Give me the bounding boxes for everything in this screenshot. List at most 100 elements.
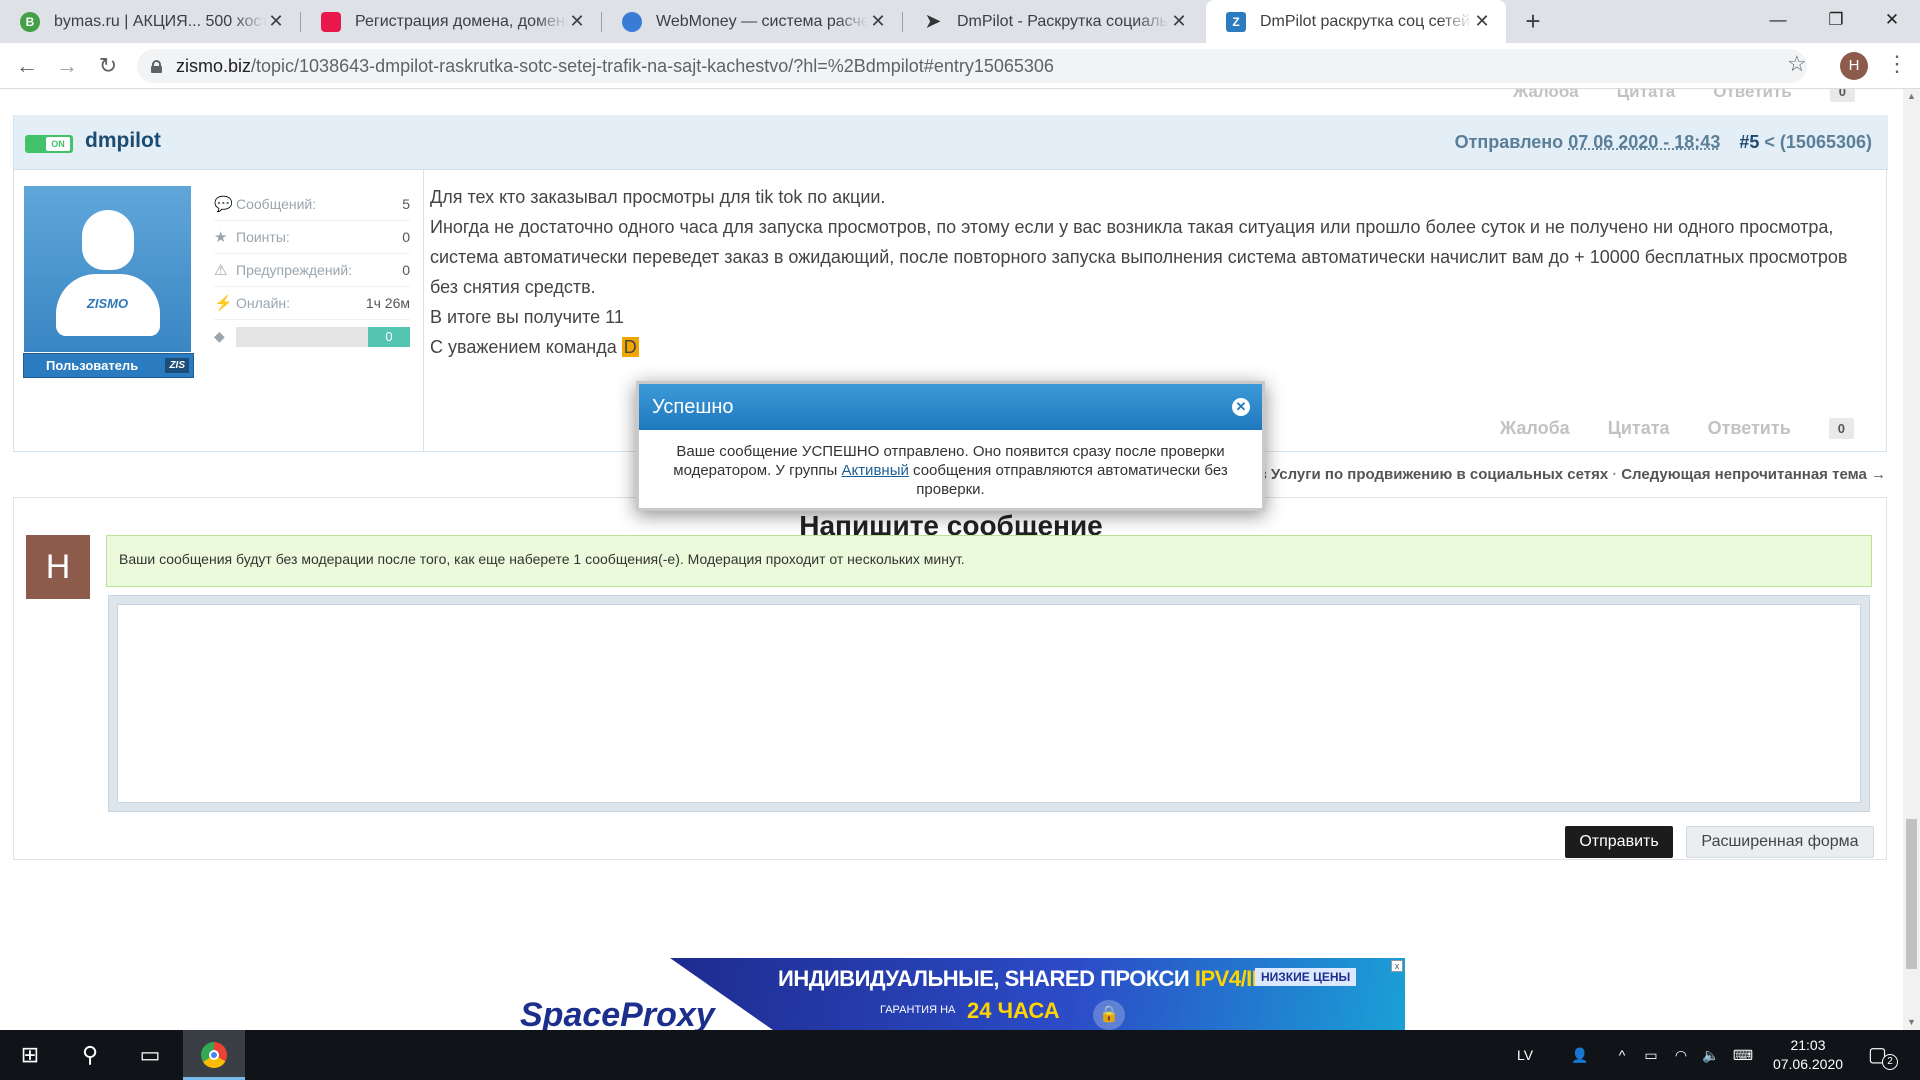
advanced-form-button[interactable]: Расширенная форма bbox=[1686, 826, 1874, 858]
tab-title: WebMoney — система расчетов bbox=[656, 12, 868, 30]
dialog-close-icon[interactable]: ✕ bbox=[1232, 398, 1250, 416]
stat-online: ⚡ Онлайн: 1ч 26м bbox=[214, 287, 410, 320]
scroll-up-icon[interactable]: ▲ bbox=[1907, 91, 1916, 101]
active-group-link[interactable]: Активный bbox=[841, 462, 908, 479]
user-avatar[interactable]: ZISMO bbox=[24, 186, 191, 352]
padlock-icon: 🔒 bbox=[1093, 1000, 1125, 1030]
post-line: Иногда не достаточно одного часа для зап… bbox=[430, 217, 1848, 297]
diamond-icon: ◆ bbox=[214, 328, 225, 344]
lock-icon[interactable] bbox=[151, 59, 162, 73]
close-tab-icon[interactable]: ✕ bbox=[1169, 11, 1189, 32]
reputation-bar: ◆ 0 bbox=[214, 320, 410, 353]
close-tab-icon[interactable]: ✕ bbox=[868, 11, 888, 32]
close-tab-icon[interactable]: ✕ bbox=[266, 11, 286, 32]
keyboard-icon[interactable]: ⌨ bbox=[1728, 1030, 1758, 1080]
editor-frame bbox=[108, 595, 1870, 812]
dialog-message: Ваше сообщение УСПЕШНО отправлено. Оно п… bbox=[673, 443, 1228, 498]
tab-webmoney[interactable]: WebMoney — система расчетов ✕ bbox=[602, 0, 902, 43]
success-dialog: Успешно ✕ Ваше сообщение УСПЕШНО отправл… bbox=[636, 381, 1265, 511]
star-icon: ★ bbox=[214, 229, 228, 246]
url-field[interactable]: zismo.biz/topic/1038643-dmpilot-raskrutk… bbox=[137, 49, 1807, 83]
search-icon[interactable]: ⚲ bbox=[60, 1030, 120, 1080]
next-unread-link[interactable]: Следующая непрочитанная тема → bbox=[1621, 466, 1886, 483]
show-hidden-icons-icon[interactable]: ^ bbox=[1610, 1030, 1634, 1080]
tab-zismo-active[interactable]: Z DmPilot раскрутка соц сетей + т ✕ bbox=[1206, 0, 1506, 43]
url-host: zismo.biz bbox=[176, 55, 252, 76]
reputation-count: 0 bbox=[1829, 89, 1855, 102]
wifi-icon[interactable]: ◠ bbox=[1668, 1030, 1694, 1080]
back-button[interactable]: ← bbox=[12, 51, 42, 81]
report-link[interactable]: Жалоба bbox=[1500, 418, 1570, 439]
bookmark-star-icon[interactable]: ☆ bbox=[1787, 51, 1807, 77]
moderation-notice: Ваши сообщения будут без модерации после… bbox=[106, 535, 1872, 587]
user-rank: Пользователь ZIS bbox=[23, 353, 194, 378]
reply-link[interactable]: Ответить bbox=[1708, 418, 1791, 439]
domain-registrar-icon bbox=[321, 11, 341, 32]
reply-form: Напишите сообщение H Ваши сообщения буду… bbox=[13, 497, 1887, 860]
lightning-icon: ⚡ bbox=[214, 295, 233, 312]
close-tab-icon[interactable]: ✕ bbox=[567, 11, 587, 32]
stat-warnings: ⚠ Предупреждений: 0 bbox=[214, 254, 410, 287]
profile-avatar[interactable]: H bbox=[1840, 52, 1868, 80]
post-id: (15065306) bbox=[1779, 132, 1872, 152]
ad-banner[interactable]: SpaceProxy ИНДИВИДУАЛЬНЫЕ, SHARED ПРОКСИ… bbox=[495, 958, 1405, 1030]
tab-domain[interactable]: Регистрация домена, доменное и ✕ bbox=[301, 0, 601, 43]
dialog-title: Успешно ✕ bbox=[639, 384, 1262, 430]
ad-close-icon[interactable]: x bbox=[1391, 960, 1403, 972]
webmoney-globe-icon bbox=[622, 11, 642, 32]
send-button[interactable]: Отправить bbox=[1565, 826, 1673, 858]
scrollbar-thumb[interactable] bbox=[1906, 819, 1917, 969]
paper-plane-icon: ➤ bbox=[925, 11, 941, 31]
avatar-brand: ZISMO bbox=[86, 296, 129, 311]
tab-dmpilot[interactable]: ➤ DmPilot - Раскрутка социальных ✕ bbox=[903, 0, 1203, 43]
ad-tag: НИЗКИЕ ЦЕНЫ bbox=[1255, 968, 1357, 986]
forward-button[interactable]: → bbox=[52, 51, 82, 81]
notification-center-icon[interactable]: ▢ 2 bbox=[1868, 1042, 1898, 1070]
windows-start-icon[interactable]: ⊞ bbox=[0, 1030, 60, 1080]
close-window-button[interactable]: ✕ bbox=[1862, 0, 1920, 40]
minimize-button[interactable]: — bbox=[1748, 0, 1808, 40]
message-textarea[interactable] bbox=[117, 604, 1861, 803]
quote-link[interactable]: Цитата bbox=[1617, 89, 1675, 102]
highlighted-text: D bbox=[621, 337, 639, 357]
tab-title: Регистрация домена, доменное и bbox=[355, 12, 567, 30]
volume-icon[interactable]: 🔈 bbox=[1698, 1030, 1724, 1080]
author-info: ZISMO Пользователь ZIS 💬 Сообщений: 5 ★ … bbox=[14, 170, 424, 452]
tab-strip: B bymas.ru | АКЦИЯ... 500 хостов и ✕ Рег… bbox=[0, 0, 1920, 43]
system-clock[interactable]: 21:03 07.06.2020 bbox=[1760, 1036, 1856, 1074]
close-tab-icon[interactable]: ✕ bbox=[1472, 11, 1492, 32]
warning-icon: ⚠ bbox=[214, 262, 228, 279]
tab-title: DmPilot - Раскрутка социальных bbox=[957, 12, 1169, 30]
post-line: В итоге вы получите 11 bbox=[430, 307, 624, 327]
restore-button[interactable]: ❐ bbox=[1806, 0, 1866, 40]
reply-link[interactable]: Ответить bbox=[1713, 89, 1792, 102]
post-author[interactable]: dmpilot bbox=[85, 129, 161, 153]
chrome-taskbar-icon[interactable] bbox=[183, 1030, 245, 1080]
post-line: С уважением команда D bbox=[430, 337, 639, 357]
post-line: Для тех кто заказывал просмотры для tik … bbox=[430, 187, 886, 207]
share-icon[interactable]: < bbox=[1764, 132, 1775, 152]
input-language[interactable]: LV bbox=[1510, 1030, 1540, 1080]
post-number-link[interactable]: #5 bbox=[1739, 132, 1759, 152]
url-path: /topic/1038643-dmpilot-raskrutka-sotc-se… bbox=[251, 55, 1054, 76]
tab-bymas[interactable]: B bymas.ru | АКЦИЯ... 500 хостов и ✕ bbox=[0, 0, 300, 43]
reputation-value: 0 bbox=[368, 326, 410, 347]
scroll-down-icon[interactable]: ▼ bbox=[1907, 1017, 1916, 1027]
task-view-icon[interactable]: ▭ bbox=[120, 1030, 180, 1080]
post-actions: Жалоба Цитата Ответить 0 bbox=[1500, 418, 1854, 439]
browser-menu-icon[interactable]: ⋮ bbox=[1886, 51, 1908, 77]
reload-button[interactable]: ↻ bbox=[93, 51, 123, 81]
battery-icon[interactable]: ▭ bbox=[1638, 1030, 1664, 1080]
post-body: Для тех кто заказывал просмотры для tik … bbox=[430, 182, 1860, 362]
topic-navigation: Обратно в Услуги по продвижению в социал… bbox=[1189, 466, 1886, 483]
reputation-count: 0 bbox=[1828, 418, 1854, 439]
page-scrollbar[interactable]: ▲ ▼ bbox=[1903, 89, 1920, 1030]
zismo-z-icon: Z bbox=[1226, 11, 1246, 32]
speech-bubbles-icon: 💬 bbox=[214, 196, 233, 213]
stat-messages: 💬 Сообщений: 5 bbox=[214, 188, 410, 221]
current-user-avatar: H bbox=[26, 535, 90, 599]
new-tab-button[interactable]: + bbox=[1518, 6, 1548, 36]
people-icon[interactable]: 👤 bbox=[1565, 1030, 1595, 1080]
quote-link[interactable]: Цитата bbox=[1608, 418, 1670, 439]
report-link[interactable]: Жалоба bbox=[1513, 89, 1579, 102]
